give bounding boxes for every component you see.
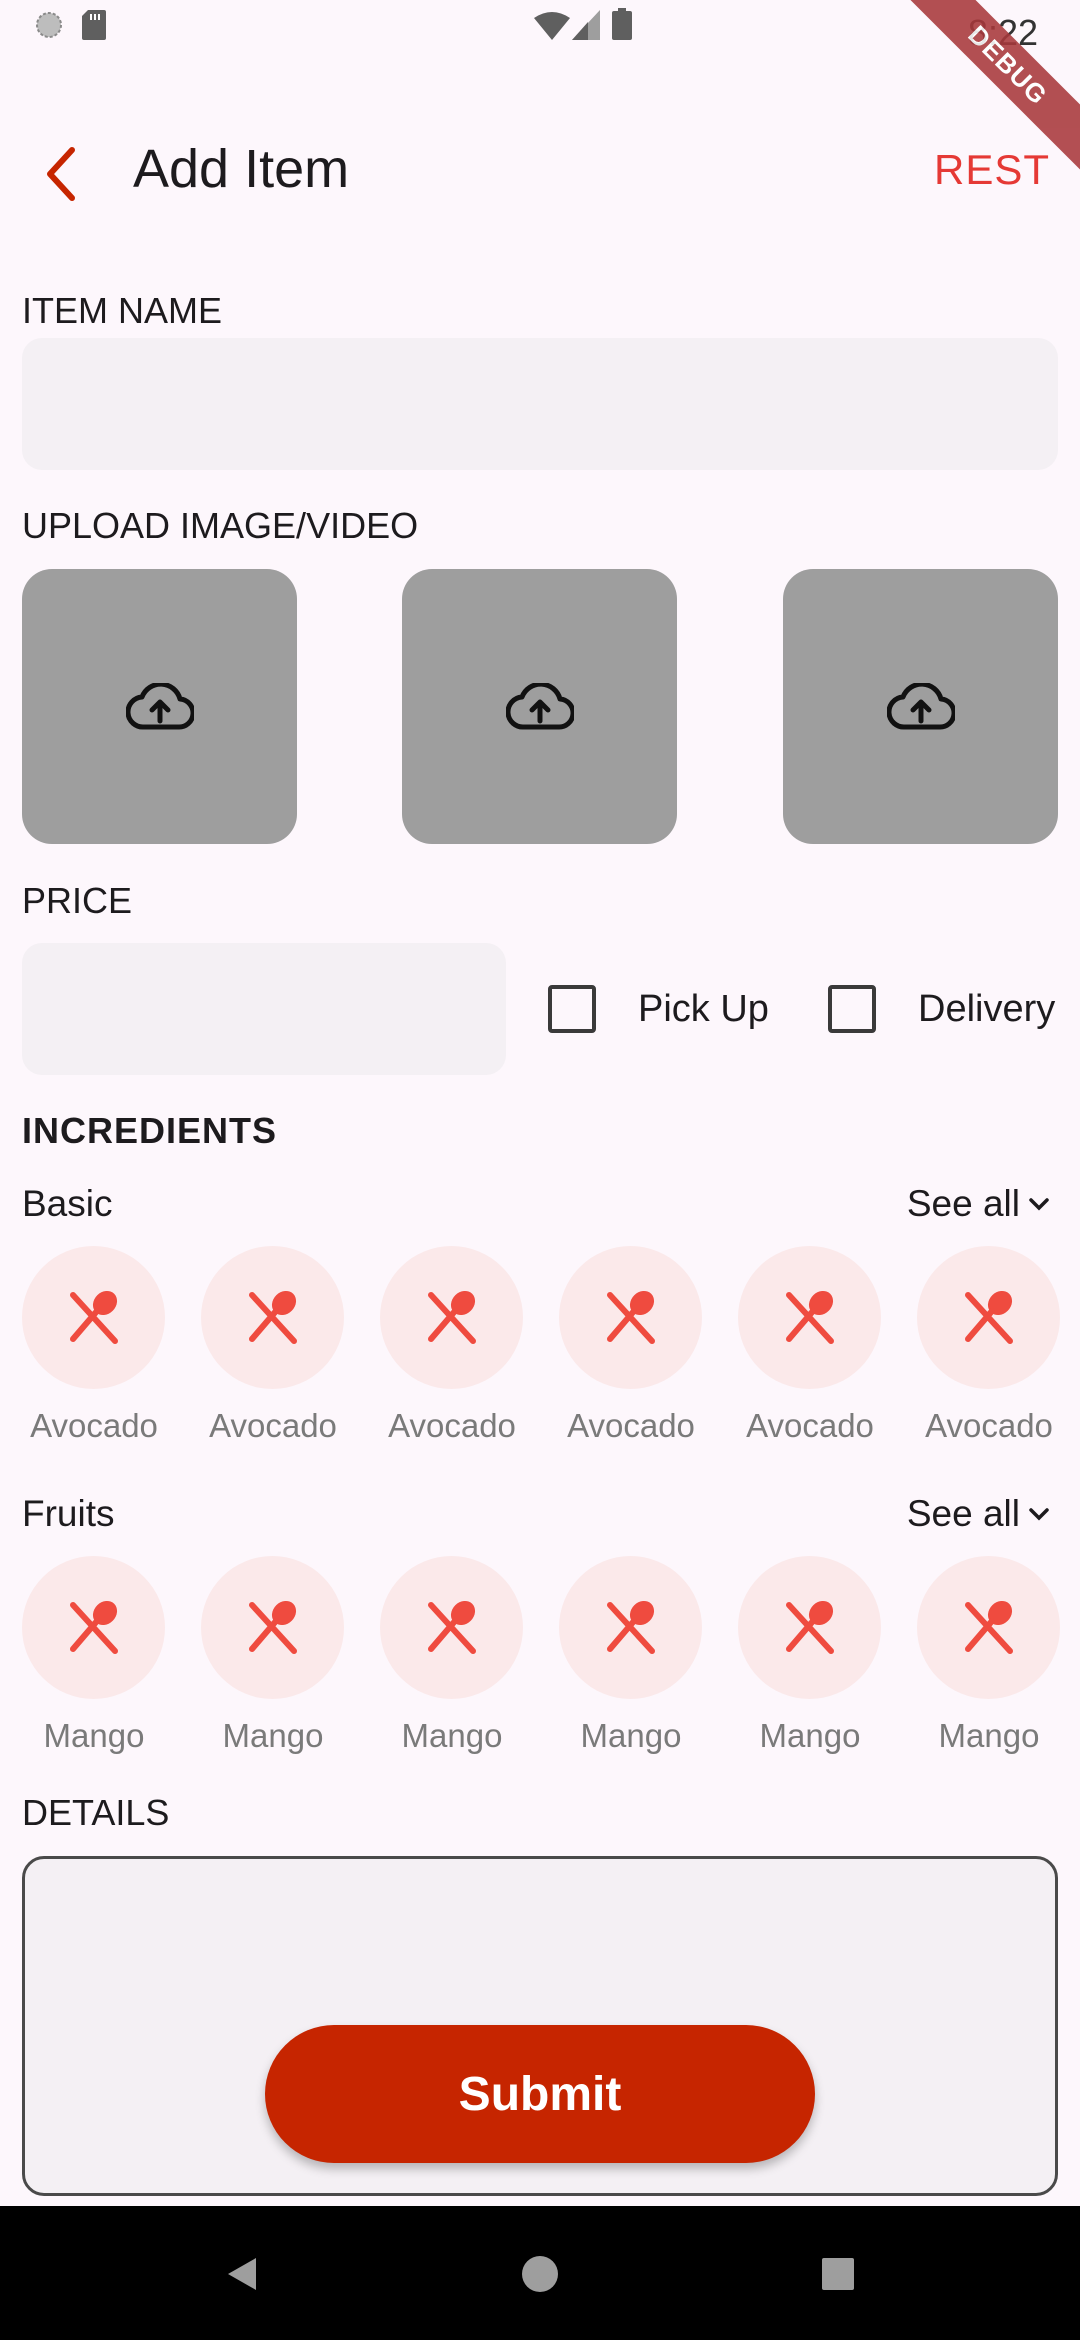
ingredient-label: Avocado [567, 1407, 695, 1444]
price-label: PRICE [22, 880, 133, 921]
ingredient-item[interactable] [22, 1246, 165, 1389]
ingredient-label: Mango [222, 1717, 324, 1754]
group-basic-label: Basic [22, 1183, 113, 1224]
cellular-signal-icon [572, 10, 600, 40]
ingredient-item[interactable] [738, 1246, 881, 1389]
item-name-label: ITEM NAME [22, 290, 223, 331]
battery-icon [612, 8, 632, 40]
ingredient-item[interactable] [22, 1556, 165, 1699]
back-button[interactable] [22, 134, 102, 214]
utensils-icon [248, 1600, 297, 1654]
ingredient-label: Avocado [209, 1407, 337, 1444]
chevron-down-icon [1029, 1198, 1049, 1211]
ingredient-item[interactable] [917, 1556, 1060, 1699]
status-bar: 8:22 [0, 0, 1080, 66]
system-nav-bar [0, 2206, 1080, 2340]
ingredient-label: Avocado [388, 1407, 516, 1444]
utensils-icon [785, 1600, 834, 1654]
see-all-basic-button[interactable]: See all [907, 1183, 1050, 1225]
delivery-checkbox[interactable] [828, 985, 876, 1033]
nav-recents-icon[interactable] [820, 2256, 856, 2292]
chevron-down-icon [1029, 1508, 1049, 1521]
utensils-icon [785, 1290, 834, 1344]
ingredient-label: Mango [759, 1717, 861, 1754]
ingredient-item[interactable] [559, 1246, 702, 1389]
page-title: Add Item [133, 139, 350, 199]
nav-back-icon[interactable] [222, 2254, 262, 2294]
chevron-left-icon [47, 147, 75, 201]
group-fruits-label: Fruits [22, 1493, 115, 1534]
pickup-checkbox[interactable] [548, 985, 596, 1033]
reset-button[interactable]: REST [934, 146, 1050, 194]
utensils-icon [248, 1290, 297, 1344]
ingredient-label: Mango [401, 1717, 503, 1754]
see-all-label: See all [906, 1493, 1020, 1534]
item-name-input[interactable] [22, 338, 1058, 470]
cloud-upload-icon [886, 682, 955, 730]
cloud-upload-icon [125, 682, 194, 730]
see-all-label: See all [906, 1183, 1020, 1224]
ingredients-title: INCREDIENTS [22, 1110, 278, 1151]
upload-slot-1[interactable] [22, 569, 297, 844]
utensils-icon [69, 1600, 118, 1654]
utensils-icon [964, 1290, 1013, 1344]
ingredient-label: Mango [938, 1717, 1040, 1754]
ingredient-item[interactable] [559, 1556, 702, 1699]
ingredient-item[interactable] [917, 1246, 1060, 1389]
sync-icon [36, 12, 62, 38]
utensils-icon [606, 1290, 655, 1344]
sd-card-icon [82, 10, 106, 40]
wifi-icon [534, 12, 570, 40]
utensils-icon [964, 1600, 1013, 1654]
upload-slot-2[interactable] [402, 569, 677, 844]
utensils-icon [606, 1600, 655, 1654]
ingredient-item[interactable] [738, 1556, 881, 1699]
ingredient-label: Avocado [746, 1407, 874, 1444]
utensils-icon [427, 1600, 476, 1654]
utensils-icon [427, 1290, 476, 1344]
pickup-label: Pick Up [638, 988, 769, 1030]
ingredient-label: Mango [43, 1717, 145, 1754]
utensils-icon [69, 1290, 118, 1344]
ingredient-item[interactable] [380, 1556, 523, 1699]
ingredient-label: Mango [580, 1717, 682, 1754]
see-all-fruits-button[interactable]: See all [907, 1493, 1050, 1535]
upload-slot-3[interactable] [783, 569, 1058, 844]
ingredient-label: Avocado [30, 1407, 158, 1444]
cloud-upload-icon [505, 682, 574, 730]
ingredient-item[interactable] [380, 1246, 523, 1389]
upload-label: UPLOAD IMAGE/VIDEO [22, 505, 419, 546]
nav-home-icon[interactable] [520, 2254, 560, 2294]
ingredient-item[interactable] [201, 1246, 344, 1389]
price-input[interactable] [22, 943, 506, 1075]
delivery-label: Delivery [918, 988, 1056, 1030]
ingredient-item[interactable] [201, 1556, 344, 1699]
ingredient-label: Avocado [925, 1407, 1053, 1444]
details-label: DETAILS [22, 1792, 170, 1833]
submit-button[interactable]: Submit [265, 2025, 815, 2163]
